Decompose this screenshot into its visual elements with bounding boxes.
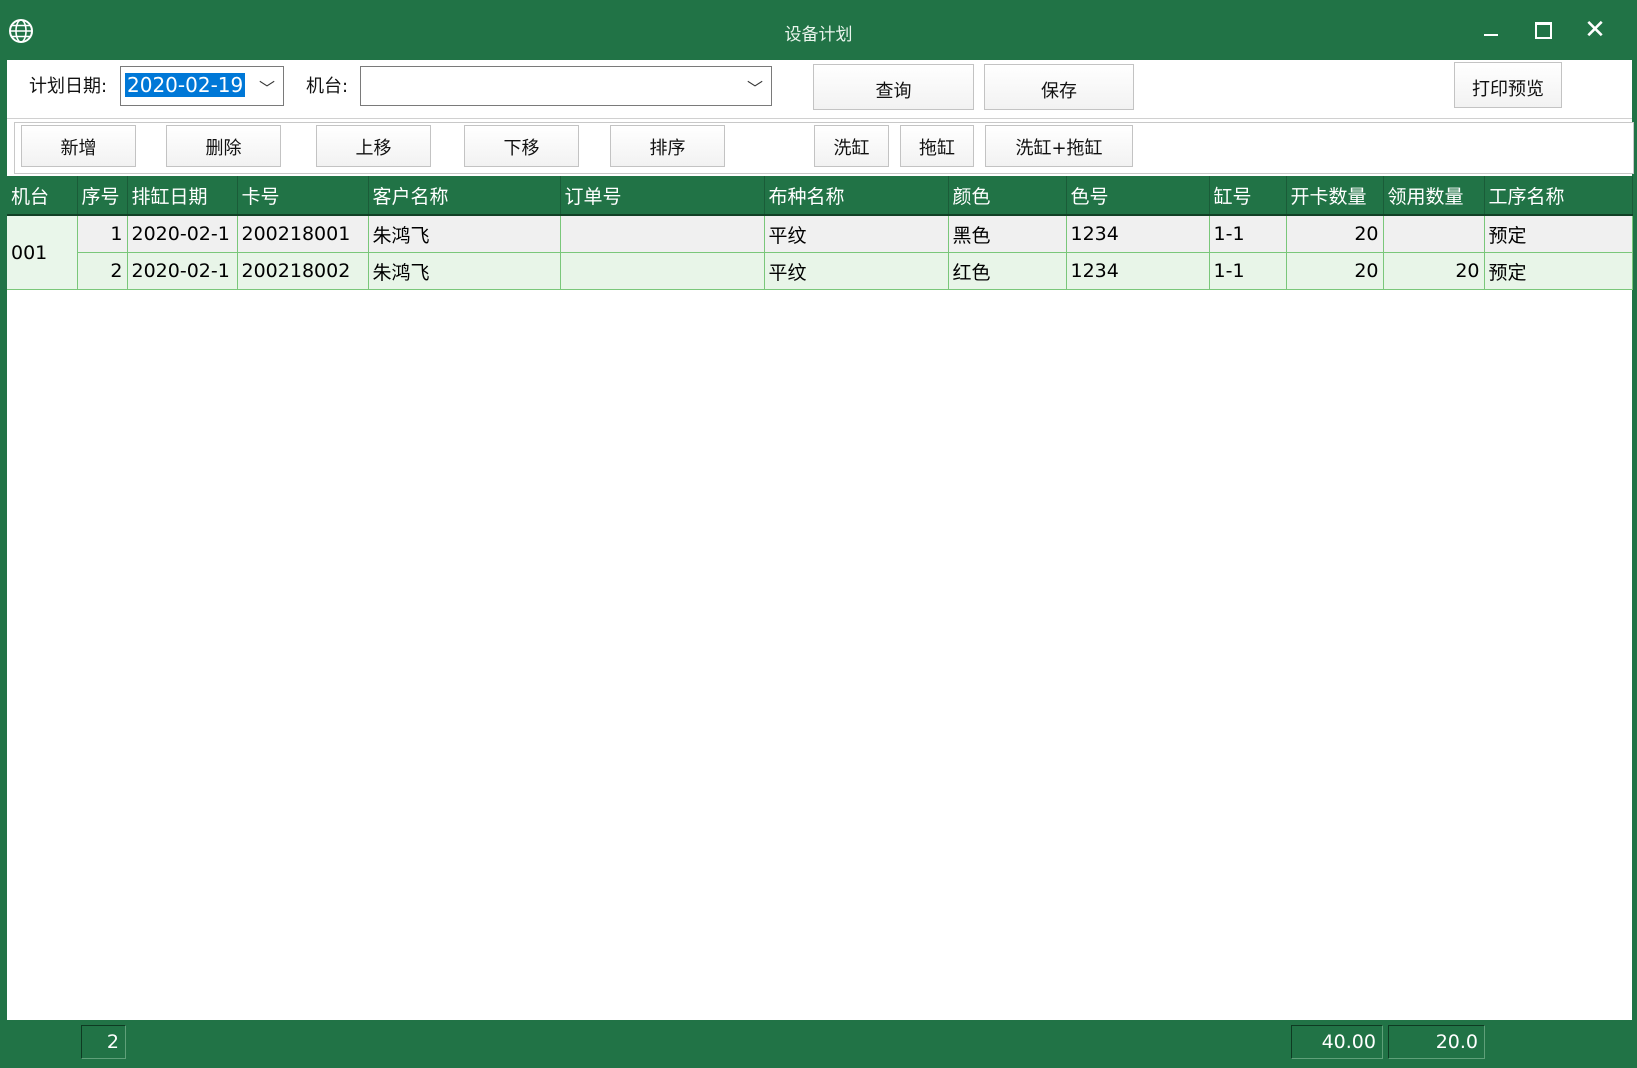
cell-seq[interactable]: 2 (77, 252, 128, 290)
plan-date-label: 计划日期: (29, 76, 108, 97)
plan-grid[interactable]: 机台 序号 排缸日期 卡号 客户名称 订单号 布种名称 颜色 色号 缸号 开卡数… (7, 176, 1633, 290)
col-header-open-qty[interactable]: 开卡数量 (1286, 176, 1384, 216)
wash-vat-button[interactable]: 洗缸 (814, 125, 889, 167)
wash-drag-vat-button[interactable]: 洗缸+拖缸 (985, 125, 1133, 167)
col-header-fabric[interactable]: 布种名称 (764, 176, 949, 216)
col-header-process[interactable]: 工序名称 (1484, 176, 1633, 216)
delete-button[interactable]: 删除 (166, 125, 281, 167)
action-toolbar: 新增 删除 上移 下移 排序 洗缸 拖缸 洗缸+拖缸 (14, 122, 1634, 174)
drag-vat-button[interactable]: 拖缸 (900, 125, 974, 167)
cell-use-qty[interactable] (1383, 215, 1485, 253)
summary-footer: 2 40.00 20.0 (7, 1020, 1632, 1064)
cell-fabric[interactable]: 平纹 (764, 215, 949, 253)
col-header-seq[interactable]: 序号 (77, 176, 128, 216)
row-count: 2 (81, 1025, 126, 1059)
close-button[interactable]: ✕ (1570, 8, 1620, 52)
cell-color[interactable]: 黑色 (948, 215, 1067, 253)
col-header-machine[interactable]: 机台 (7, 176, 78, 216)
cell-fabric[interactable]: 平纹 (764, 252, 949, 290)
add-button[interactable]: 新增 (21, 125, 136, 167)
cell-color-no[interactable]: 1234 (1066, 215, 1210, 253)
cell-use-qty[interactable]: 20 (1383, 252, 1485, 290)
col-header-order-no[interactable]: 订单号 (560, 176, 765, 216)
col-header-schedule-date[interactable]: 排缸日期 (127, 176, 238, 216)
window-title: 设备计划 (784, 25, 853, 45)
cell-card[interactable]: 200218002 (237, 252, 369, 290)
close-icon: ✕ (1584, 15, 1606, 45)
plan-date-picker[interactable]: 2020-02-19 ﹀ (120, 66, 284, 106)
cell-color[interactable]: 红色 (948, 252, 1067, 290)
minimize-button[interactable] (1466, 8, 1516, 52)
col-header-customer[interactable]: 客户名称 (368, 176, 561, 216)
title-bar: 设备计划 ✕ (0, 0, 1637, 60)
cell-vat[interactable]: 1-1 (1209, 215, 1287, 253)
machine-label: 机台: (306, 76, 349, 97)
cell-process[interactable]: 预定 (1484, 215, 1633, 253)
print-preview-button[interactable]: 打印预览 (1454, 62, 1562, 108)
filter-panel: 计划日期: 2020-02-19 ﹀ 机台: ﹀ 查询 保存 打印预览 (7, 60, 1632, 119)
col-header-color-no[interactable]: 色号 (1066, 176, 1210, 216)
machine-select[interactable]: ﹀ (360, 66, 772, 106)
open-qty-total: 40.00 (1291, 1025, 1383, 1059)
cell-open-qty[interactable]: 20 (1286, 252, 1384, 290)
grid-header: 机台 序号 排缸日期 卡号 客户名称 订单号 布种名称 颜色 色号 缸号 开卡数… (7, 176, 1633, 216)
maximize-icon (1534, 21, 1552, 39)
cell-customer[interactable]: 朱鸿飞 (368, 252, 561, 290)
col-header-color[interactable]: 颜色 (948, 176, 1067, 216)
col-header-use-qty[interactable]: 领用数量 (1383, 176, 1485, 216)
cell-open-qty[interactable]: 20 (1286, 215, 1384, 253)
cell-card[interactable]: 200218001 (237, 215, 369, 253)
table-row[interactable]: 2 2020-02-1 200218002 朱鸿飞 平纹 红色 1234 1-1… (7, 252, 1633, 290)
cell-order[interactable] (560, 252, 765, 290)
plan-date-value: 2020-02-19 (125, 73, 246, 97)
cell-process[interactable]: 预定 (1484, 252, 1633, 290)
col-header-card-no[interactable]: 卡号 (237, 176, 369, 216)
query-button[interactable]: 查询 (813, 64, 974, 110)
move-up-button[interactable]: 上移 (316, 125, 431, 167)
cell-seq[interactable]: 1 (77, 215, 128, 253)
use-qty-total: 20.0 (1388, 1025, 1485, 1059)
minimize-icon (1484, 34, 1498, 36)
sort-button[interactable]: 排序 (610, 125, 725, 167)
maximize-button[interactable] (1518, 8, 1568, 52)
save-button[interactable]: 保存 (984, 64, 1134, 110)
cell-customer[interactable]: 朱鸿飞 (368, 215, 561, 253)
cell-date[interactable]: 2020-02-1 (127, 215, 238, 253)
chevron-down-icon[interactable]: ﹀ (747, 75, 763, 99)
cell-machine[interactable]: 001 (7, 215, 78, 290)
chevron-down-icon[interactable]: ﹀ (259, 75, 275, 99)
cell-order[interactable] (560, 215, 765, 253)
cell-color-no[interactable]: 1234 (1066, 252, 1210, 290)
table-row[interactable]: 001 1 2020-02-1 200218001 朱鸿飞 平纹 黑色 1234… (7, 215, 1633, 290)
col-header-vat-no[interactable]: 缸号 (1209, 176, 1287, 216)
cell-vat[interactable]: 1-1 (1209, 252, 1287, 290)
move-down-button[interactable]: 下移 (464, 125, 579, 167)
cell-date[interactable]: 2020-02-1 (127, 252, 238, 290)
